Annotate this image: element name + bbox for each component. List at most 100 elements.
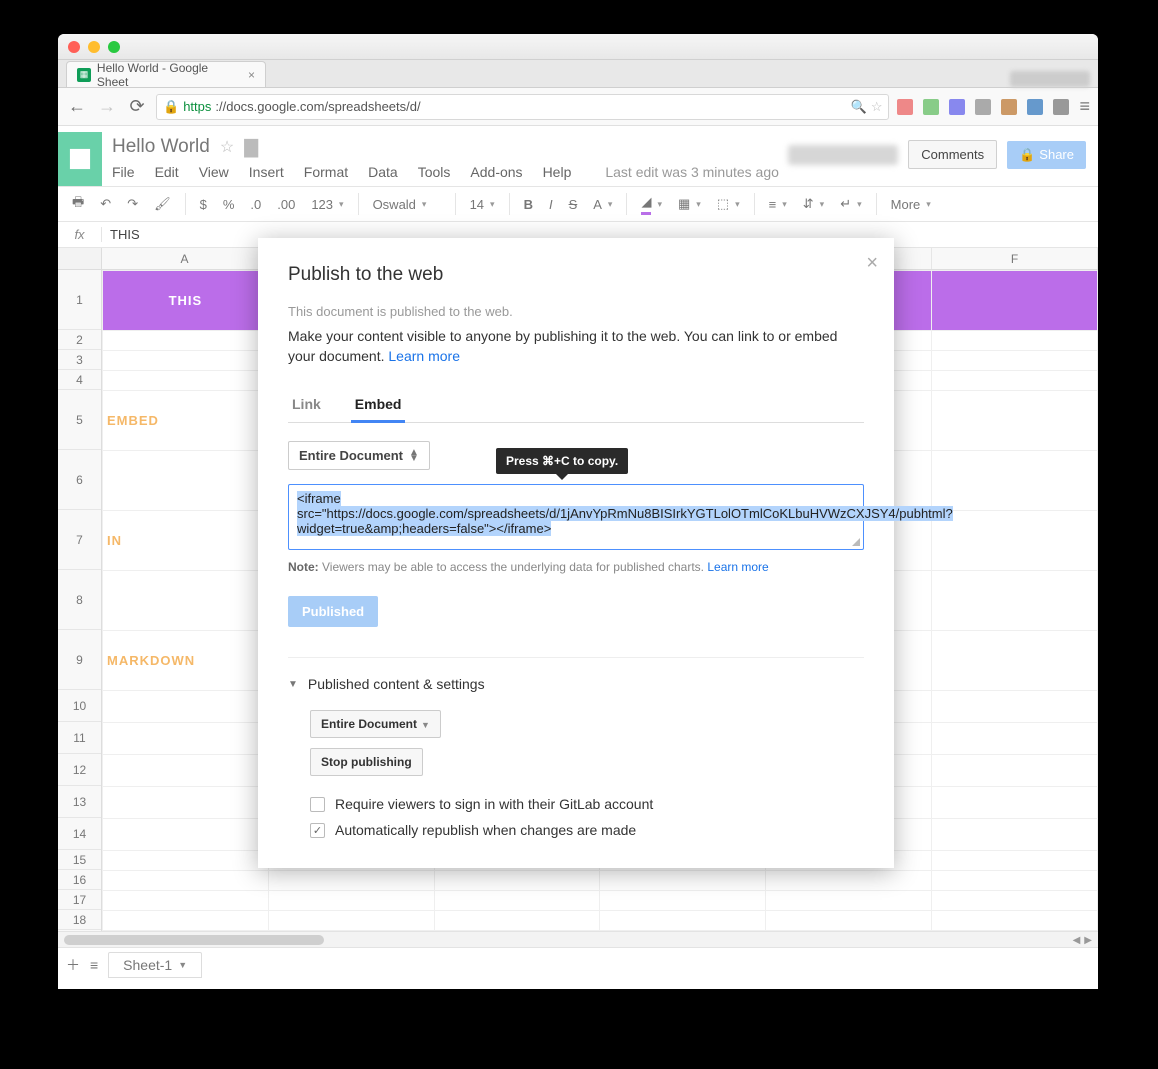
zoom-icon[interactable]: 🔍	[851, 99, 867, 115]
cell[interactable]	[103, 723, 269, 755]
close-window-icon[interactable]	[68, 41, 80, 53]
extension-icon[interactable]	[949, 99, 965, 115]
menu-data[interactable]: Data	[368, 164, 398, 180]
share-button[interactable]: 🔒Share	[1007, 141, 1086, 169]
document-title[interactable]: Hello World	[112, 136, 210, 158]
sheet-tab[interactable]: Sheet-1▼	[108, 952, 202, 978]
menu-insert[interactable]: Insert	[249, 164, 284, 180]
cell[interactable]	[932, 451, 1098, 511]
back-button[interactable]: ←	[66, 96, 88, 118]
maximize-window-icon[interactable]	[108, 41, 120, 53]
valign-button[interactable]: ⇵	[797, 192, 830, 216]
borders-button[interactable]: ▦	[672, 192, 707, 216]
tab-link[interactable]: Link	[288, 388, 325, 422]
stop-publishing-button[interactable]: Stop publishing	[310, 748, 423, 776]
cell[interactable]	[103, 871, 269, 891]
cell[interactable]	[103, 351, 269, 371]
chevron-down-icon[interactable]: ▼	[178, 960, 187, 970]
more-toolbar-button[interactable]: More	[885, 193, 937, 216]
cell[interactable]: EMBED	[103, 391, 269, 451]
column-header[interactable]: A	[102, 248, 268, 269]
merge-button[interactable]: ⬚	[711, 192, 746, 216]
font-size-select[interactable]: 14	[464, 193, 501, 216]
extension-icon[interactable]	[1027, 99, 1043, 115]
decrease-decimal-button[interactable]: .0	[244, 193, 267, 216]
cell[interactable]	[932, 871, 1098, 891]
minimize-window-icon[interactable]	[88, 41, 100, 53]
extension-icon[interactable]	[975, 99, 991, 115]
menu-tools[interactable]: Tools	[418, 164, 451, 180]
scope-select-2[interactable]: Entire Document▼	[310, 710, 441, 738]
row-header[interactable]: 18	[58, 910, 101, 930]
close-icon[interactable]: ×	[866, 252, 878, 275]
strike-button[interactable]: S	[563, 193, 584, 216]
cell[interactable]	[103, 891, 269, 911]
embed-code-textarea[interactable]: <iframe src="https://docs.google.com/spr…	[288, 484, 864, 550]
cell[interactable]	[103, 691, 269, 723]
cell[interactable]	[103, 787, 269, 819]
cell[interactable]	[932, 911, 1098, 931]
extension-icon[interactable]	[897, 99, 913, 115]
cell[interactable]	[932, 723, 1098, 755]
cell[interactable]	[932, 371, 1098, 391]
tab-embed[interactable]: Embed	[351, 388, 406, 423]
row-header[interactable]: 6	[58, 450, 101, 510]
bold-button[interactable]: B	[518, 193, 539, 216]
cell[interactable]	[932, 571, 1098, 631]
address-bar[interactable]: 🔒 https://docs.google.com/spreadsheets/d…	[156, 94, 889, 120]
cell[interactable]	[268, 891, 434, 911]
row-header[interactable]: 14	[58, 818, 101, 850]
cell[interactable]	[103, 331, 269, 351]
row-header[interactable]: 3	[58, 350, 101, 370]
fill-color-button[interactable]: ◢	[635, 190, 668, 219]
sheets-logo-icon[interactable]	[58, 132, 102, 186]
extension-icon[interactable]	[923, 99, 939, 115]
comments-button[interactable]: Comments	[908, 140, 997, 169]
cell[interactable]	[103, 571, 269, 631]
increase-decimal-button[interactable]: .00	[271, 193, 301, 216]
row-header[interactable]: 7	[58, 510, 101, 570]
cell[interactable]	[932, 819, 1098, 851]
cell[interactable]	[434, 891, 600, 911]
cell[interactable]: IN	[103, 511, 269, 571]
all-sheets-button[interactable]: ≡	[90, 957, 98, 973]
redo-icon[interactable]: ↷	[121, 192, 144, 216]
cell[interactable]	[932, 755, 1098, 787]
browser-tab[interactable]: ▦ Hello World - Google Sheet ×	[66, 61, 266, 87]
cell[interactable]: THIS	[103, 271, 269, 331]
scroll-left-icon[interactable]: ◀	[1073, 935, 1081, 946]
scrollbar-thumb[interactable]	[64, 935, 324, 945]
cell[interactable]	[103, 451, 269, 511]
row-header[interactable]: 9	[58, 630, 101, 690]
cell[interactable]	[434, 871, 600, 891]
cell[interactable]	[932, 271, 1098, 331]
cell[interactable]	[268, 871, 434, 891]
forward-button[interactable]: →	[96, 96, 118, 118]
text-color-button[interactable]: A	[587, 193, 618, 216]
currency-button[interactable]: $	[194, 193, 213, 216]
scope-select[interactable]: Entire Document ▲▼	[288, 441, 430, 470]
cell[interactable]	[766, 891, 932, 911]
menu-format[interactable]: Format	[304, 164, 348, 180]
add-sheet-button[interactable]: ＋	[66, 955, 80, 975]
extension-icon[interactable]	[1001, 99, 1017, 115]
cell[interactable]	[103, 851, 269, 871]
cell[interactable]	[766, 871, 932, 891]
column-header[interactable]: F	[932, 248, 1098, 269]
menu-view[interactable]: View	[199, 164, 229, 180]
font-family-select[interactable]: Oswald	[367, 193, 447, 216]
row-header[interactable]: 1	[58, 270, 101, 330]
italic-button[interactable]: I	[543, 193, 559, 216]
halign-button[interactable]: ≡	[763, 193, 793, 216]
cell[interactable]	[766, 911, 932, 931]
row-header[interactable]: 17	[58, 890, 101, 910]
checkbox-auto-republish[interactable]: ✓	[310, 823, 325, 838]
cell[interactable]	[932, 391, 1098, 451]
menu-edit[interactable]: Edit	[155, 164, 179, 180]
checkbox-require-signin[interactable]	[310, 797, 325, 812]
undo-icon[interactable]: ↶	[94, 192, 117, 216]
menu-help[interactable]: Help	[543, 164, 572, 180]
paint-format-icon[interactable]: 🖌	[148, 192, 177, 216]
number-format-button[interactable]: 123	[305, 193, 349, 216]
row-header[interactable]: 8	[58, 570, 101, 630]
